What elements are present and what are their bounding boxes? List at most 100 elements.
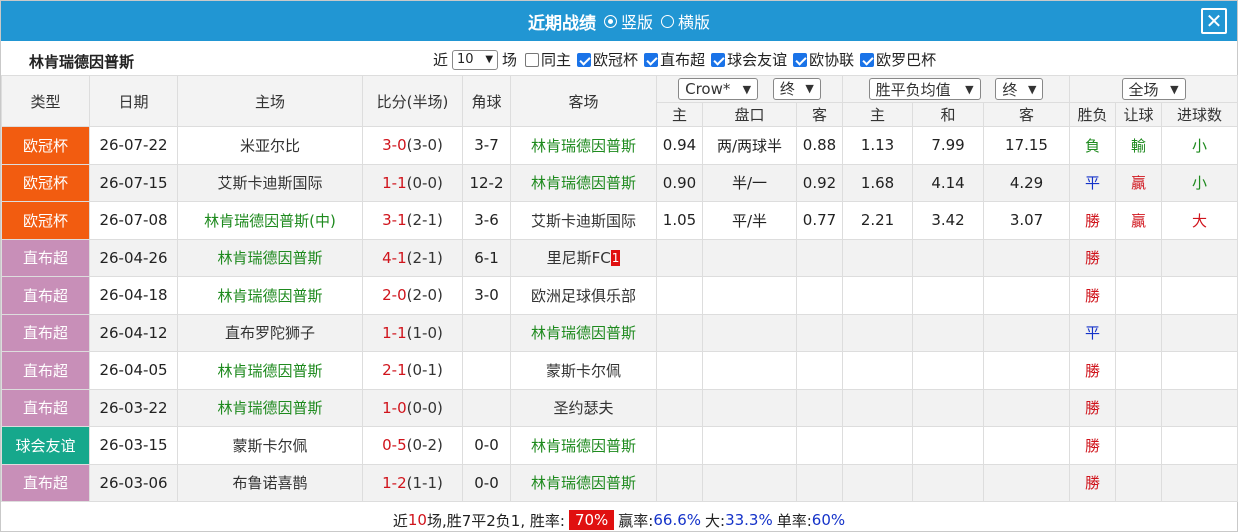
home-team[interactable]: 蒙斯卡尔佩 — [177, 426, 363, 465]
result: 勝 — [1069, 276, 1117, 315]
goals-result — [1161, 426, 1238, 465]
table-row: 欧冠杯 26-07-08 林肯瑞德因普斯(中) 3-1(2-1) 3-6 艾斯卡… — [1, 201, 1238, 240]
recent-count-select[interactable]: 10 ▼ — [452, 49, 499, 70]
away-team[interactable]: 林肯瑞德因普斯 — [510, 313, 657, 352]
league-checkbox-gibraltar[interactable] — [644, 52, 659, 67]
col-score: 比分(半场) — [362, 75, 463, 127]
league-badge[interactable]: 直布超 — [1, 463, 90, 502]
home-team[interactable]: 直布罗陀狮子 — [177, 313, 363, 352]
chevron-down-icon: ▼ — [1027, 82, 1037, 96]
home-team[interactable]: 林肯瑞德因普斯 — [177, 238, 363, 277]
away-team[interactable]: 里尼斯FC1 — [510, 238, 657, 277]
radio-vertical[interactable] — [603, 14, 617, 28]
match-date: 26-04-05 — [89, 351, 178, 390]
view-vertical-label[interactable]: 竖版 — [621, 9, 653, 33]
goals-result — [1161, 351, 1238, 390]
home-team[interactable]: 林肯瑞德因普斯 — [177, 351, 363, 390]
handicap-away-odds — [795, 388, 844, 427]
score-cell[interactable]: 2-0(2-0) — [362, 276, 463, 315]
match-date: 26-07-08 — [89, 201, 178, 240]
league-badge[interactable]: 欧冠杯 — [1, 126, 90, 165]
odds-type-select[interactable]: 胜平负均值 ▼ — [868, 78, 981, 100]
handicap-away-odds — [795, 463, 844, 502]
table-row: 球会友谊 26-03-15 蒙斯卡尔佩 0-5(0-2) 0-0 林肯瑞德因普斯… — [1, 426, 1238, 465]
corner-cell — [462, 388, 511, 427]
away-team[interactable]: 欧洲足球俱乐部 — [510, 276, 657, 315]
handicap-result — [1115, 388, 1163, 427]
away-team[interactable]: 圣约瑟夫 — [510, 388, 657, 427]
home-team[interactable]: 林肯瑞德因普斯 — [177, 388, 363, 427]
handicap-away-odds — [795, 313, 844, 352]
odds-away: 3.07 — [983, 201, 1071, 240]
goals-result: 小 — [1161, 163, 1238, 202]
col-odds-away: 客 — [983, 102, 1071, 127]
score-cell[interactable]: 1-1(0-0) — [362, 163, 463, 202]
col-odds-draw: 和 — [912, 102, 985, 127]
win-label: 赢率: — [618, 511, 654, 530]
result: 勝 — [1069, 238, 1117, 277]
same-home-checkbox[interactable] — [525, 52, 540, 67]
away-team[interactable]: 林肯瑞德因普斯 — [510, 163, 657, 202]
score-cell[interactable]: 3-1(2-1) — [362, 201, 463, 240]
close-button[interactable]: ✕ — [1201, 8, 1227, 34]
away-team[interactable]: 林肯瑞德因普斯 — [510, 126, 657, 165]
league-badge[interactable]: 欧冠杯 — [1, 163, 90, 202]
handicap-home-odds — [656, 351, 703, 390]
col-corner: 角球 — [462, 75, 511, 127]
handicap-result — [1115, 463, 1163, 502]
league-badge[interactable]: 直布超 — [1, 388, 90, 427]
score-cell[interactable]: 0-5(0-2) — [362, 426, 463, 465]
handicap-stage-select[interactable]: 终 ▼ — [772, 77, 821, 100]
league-badge[interactable]: 直布超 — [1, 238, 90, 277]
handicap-select-cell: Crow* ▼ 终 ▼ — [655, 75, 844, 103]
odds-home: 1.13 — [842, 126, 914, 165]
league-checkbox-uel[interactable] — [860, 52, 875, 67]
score-cell[interactable]: 4-1(2-1) — [362, 238, 463, 277]
score-cell[interactable]: 2-1(0-1) — [362, 351, 463, 390]
big-label: 大: — [705, 511, 726, 530]
goals-result — [1161, 238, 1238, 277]
summary-count: 10 — [407, 511, 427, 529]
home-team[interactable]: 林肯瑞德因普斯(中) — [177, 201, 363, 240]
away-team[interactable]: 林肯瑞德因普斯 — [510, 426, 657, 465]
score-cell[interactable]: 1-1(1-0) — [362, 313, 463, 352]
handicap-line: 两/两球半 — [702, 126, 797, 165]
table-row: 直布超 26-04-12 直布罗陀狮子 1-1(1-0) 林肯瑞德因普斯 平 — [1, 313, 1238, 352]
away-team[interactable]: 林肯瑞德因普斯 — [510, 463, 657, 502]
league-checkbox-friendly[interactable] — [711, 52, 726, 67]
league-badge[interactable]: 直布超 — [1, 276, 90, 315]
home-team[interactable]: 林肯瑞德因普斯 — [177, 276, 363, 315]
result: 平 — [1069, 163, 1117, 202]
table-row: 直布超 26-04-05 林肯瑞德因普斯 2-1(0-1) 蒙斯卡尔佩 勝 — [1, 351, 1238, 390]
view-horizontal-label[interactable]: 横版 — [678, 9, 710, 33]
league-badge[interactable]: 欧冠杯 — [1, 201, 90, 240]
league-badge[interactable]: 球会友谊 — [1, 426, 90, 465]
handicap-company-select[interactable]: Crow* ▼ — [678, 78, 759, 101]
handicap-result — [1115, 238, 1163, 277]
score-cell[interactable]: 1-0(0-0) — [362, 388, 463, 427]
league-badge[interactable]: 直布超 — [1, 313, 90, 352]
summary-bar: 近 10 场,胜7平2负1, 胜率: 70% 赢率: 66.6% 大: 33.3% 单率… — [1, 507, 1237, 532]
scope-select[interactable]: 全场 ▼ — [1121, 78, 1186, 100]
close-icon: ✕ — [1205, 9, 1223, 33]
league-checkbox-ucl[interactable] — [577, 52, 592, 67]
league-label-gibraltar: 直布超 — [660, 51, 706, 69]
away-team[interactable]: 蒙斯卡尔佩 — [510, 351, 657, 390]
odd-value: 60% — [811, 511, 846, 529]
home-team[interactable]: 艾斯卡迪斯国际 — [177, 163, 363, 202]
radio-horizontal[interactable] — [661, 14, 674, 28]
result: 負 — [1069, 126, 1117, 165]
odds-stage-select[interactable]: 终 ▼ — [995, 78, 1044, 100]
col-type: 类型 — [1, 75, 90, 127]
chevron-down-icon: ▼ — [485, 54, 494, 65]
league-badge[interactable]: 直布超 — [1, 351, 90, 390]
home-team[interactable]: 布鲁诺喜鹊 — [177, 463, 363, 502]
odds-away — [983, 388, 1071, 427]
home-team[interactable]: 米亚尔比 — [177, 126, 363, 165]
league-checkbox-uecl[interactable] — [793, 52, 808, 67]
odds-away — [983, 351, 1071, 390]
away-team[interactable]: 艾斯卡迪斯国际 — [510, 201, 657, 240]
odds-home: 1.68 — [842, 163, 914, 202]
score-cell[interactable]: 1-2(1-1) — [362, 463, 463, 502]
score-cell[interactable]: 3-0(3-0) — [362, 126, 463, 165]
